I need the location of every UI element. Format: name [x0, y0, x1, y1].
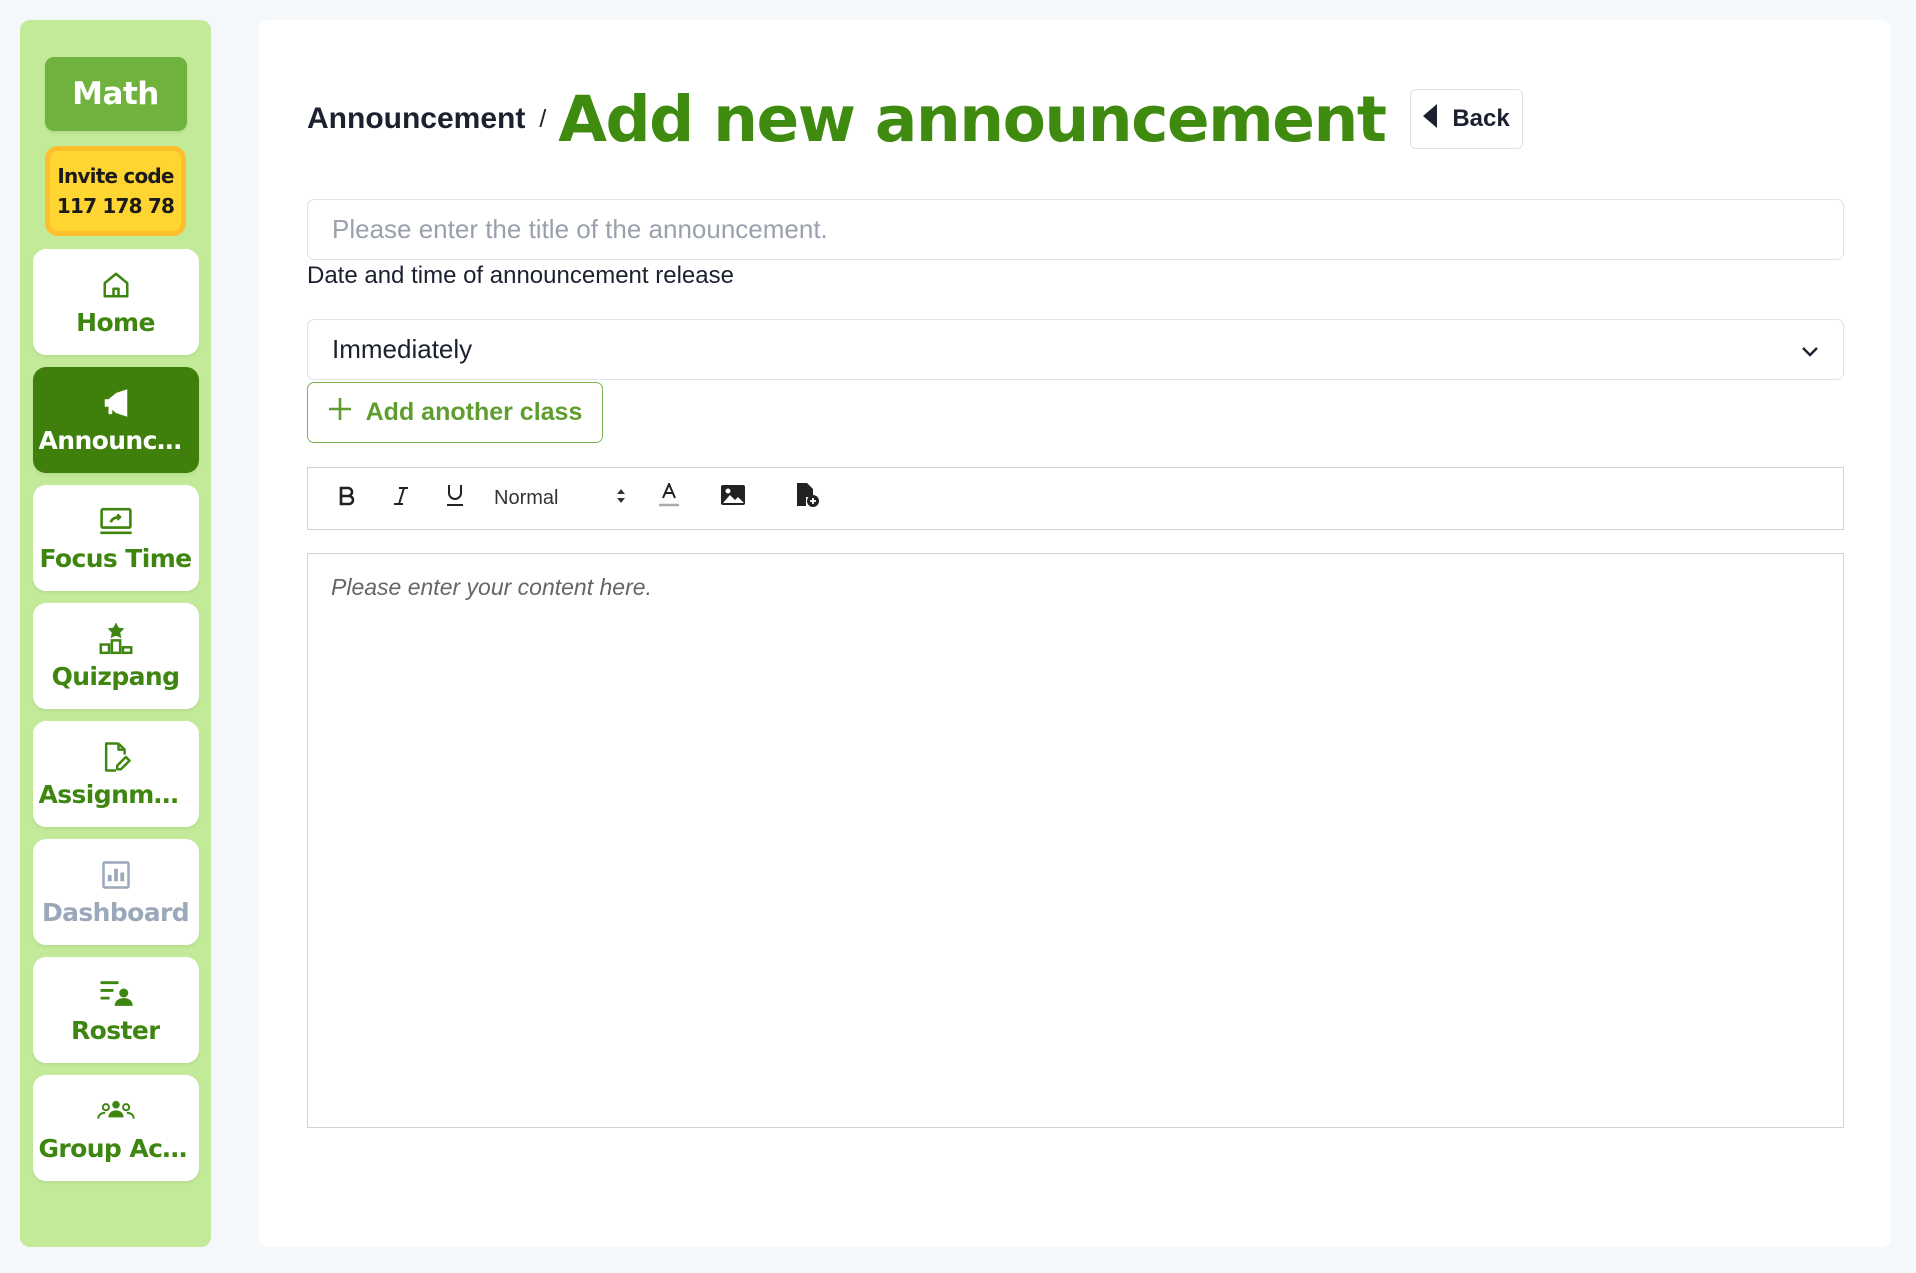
invite-code-badge: Invite code 117 178 78: [45, 146, 186, 236]
chart-icon: [101, 858, 131, 892]
release-date-value: Immediately: [332, 334, 473, 364]
sidebar-item-group-activities[interactable]: Group Activities: [32, 1075, 199, 1181]
italic-icon: [392, 485, 410, 513]
sidebar-item-label: Announcements: [38, 425, 193, 455]
bold-icon: [338, 485, 356, 513]
sidebar-item-focus-time[interactable]: Focus Time: [32, 485, 199, 591]
content-placeholder: Please enter your content here.: [331, 574, 652, 600]
insert-image-button[interactable]: [718, 483, 748, 515]
content-editor[interactable]: Please enter your content here.: [307, 553, 1844, 1128]
sidebar-item-label: Home: [76, 307, 155, 337]
breadcrumb-separator: /: [539, 104, 547, 133]
announcement-title-input[interactable]: [332, 214, 1819, 245]
image-icon: [720, 484, 746, 513]
text-color-button[interactable]: [654, 481, 684, 515]
editor-toolbar: Normal: [307, 467, 1844, 530]
add-another-class-button[interactable]: Add another class: [307, 382, 603, 443]
attach-file-button[interactable]: [792, 483, 822, 515]
bold-button[interactable]: [332, 483, 362, 515]
page-title: Add new announcement: [558, 82, 1387, 156]
add-another-class-label: Add another class: [365, 398, 583, 426]
megaphone-icon: [101, 386, 131, 420]
sidebar-item-quizpang[interactable]: Quizpang: [32, 603, 199, 709]
underline-icon: [445, 484, 465, 513]
monitor-icon: [99, 504, 133, 538]
sidebar-item-roster[interactable]: Roster: [32, 957, 199, 1063]
text-color-icon: [658, 481, 680, 514]
podium-icon: [98, 622, 134, 656]
invite-code-label: Invite code: [57, 164, 174, 188]
edit-document-icon: [101, 740, 131, 774]
sidebar-item-assignments[interactable]: Assignments: [32, 721, 199, 827]
font-size-select[interactable]: Normal: [494, 487, 626, 510]
file-add-icon: [794, 482, 820, 515]
sidebar: Math Invite code 117 178 78 Home Announc…: [20, 20, 211, 1247]
sidebar-item-label: Group Activities: [38, 1133, 193, 1163]
home-icon: [101, 268, 131, 302]
back-button[interactable]: Back: [1409, 89, 1523, 149]
chevron-down-icon: [1801, 334, 1819, 365]
back-button-label: Back: [1452, 105, 1510, 132]
breadcrumb[interactable]: Announcement: [307, 102, 525, 136]
release-date-label: Date and time of announcement release: [307, 262, 734, 289]
sidebar-item-label: Quizpang: [51, 661, 180, 691]
updown-arrow-icon: [616, 487, 626, 510]
sidebar-item-label: Assignments: [38, 779, 193, 809]
sidebar-item-label: Focus Time: [39, 543, 192, 573]
sidebar-item-label: Roster: [71, 1015, 160, 1045]
italic-button[interactable]: [386, 483, 416, 515]
sidebar-item-dashboard[interactable]: Dashboard: [32, 839, 199, 945]
sidebar-nav: Home Announcements Focus Time Quizpang A: [32, 249, 199, 1181]
class-name-badge[interactable]: Math: [44, 57, 187, 131]
group-icon: [96, 1094, 135, 1128]
sidebar-item-announcements[interactable]: Announcements: [32, 367, 199, 473]
plus-icon: [328, 397, 352, 428]
sidebar-item-home[interactable]: Home: [32, 249, 199, 355]
sidebar-item-label: Dashboard: [41, 897, 190, 927]
underline-button[interactable]: [440, 483, 470, 515]
invite-code-value: 117 178 78: [56, 194, 175, 218]
page-header: Announcement / Add new announcement Back: [307, 64, 1523, 174]
main-panel: Announcement / Add new announcement Back…: [259, 20, 1891, 1247]
font-size-value: Normal: [494, 487, 559, 509]
roster-icon: [98, 976, 134, 1010]
release-date-select[interactable]: Immediately: [307, 319, 1844, 380]
triangle-left-icon: [1422, 103, 1438, 136]
announcement-title-field: [307, 199, 1844, 260]
